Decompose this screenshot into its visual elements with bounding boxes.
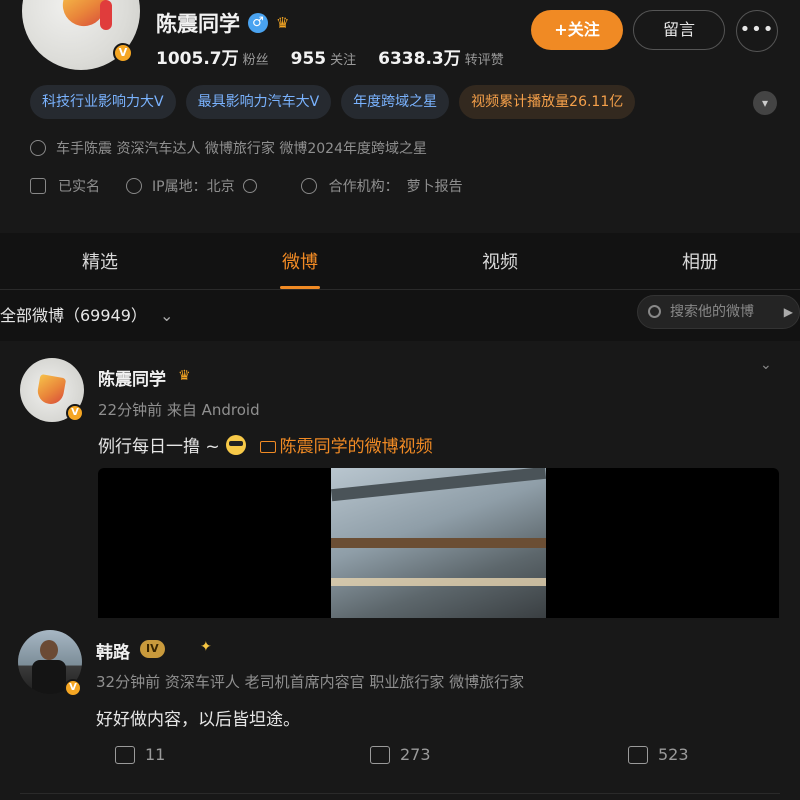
shield-icon: [30, 140, 46, 156]
bio-text: 车手陈震 资深汽车达人 微博旅行家 微博2024年度跨域之星: [56, 141, 427, 157]
search-input[interactable]: 搜索他的微博 ▶: [637, 295, 800, 329]
chevron-down-icon[interactable]: ▾: [753, 91, 777, 115]
verified-badge-icon: V: [66, 404, 84, 422]
post-actions: 11 273 523: [0, 741, 800, 771]
profile-tags: 科技行业影响力大V 最具影响力汽车大V 年度跨域之星 视频累计播放量26.11亿: [30, 85, 636, 119]
ip-label: IP属地：北京: [152, 179, 235, 195]
video-scene-element: [331, 578, 546, 586]
handshake-icon: [300, 178, 317, 194]
filter-row: 全部微博（69949） ⌄ 搜索他的微博 ▶: [0, 295, 800, 333]
verified-badge-icon: V: [113, 43, 133, 63]
divider: [20, 793, 780, 794]
comment-meta: 32分钟前 资深车评人 老司机首席内容官 职业旅行家 微博旅行家: [96, 673, 525, 691]
post-card: V 陈震同学 ♛ 22分钟前 来自 Android ⌄ 例行每日一撸 ~ 陈震同…: [0, 341, 800, 800]
post-author-name[interactable]: 陈震同学: [98, 365, 166, 390]
org-label: 合作机构：: [328, 179, 399, 195]
cool-emoji-icon: [225, 434, 246, 455]
post-text: 例行每日一撸 ~: [98, 437, 220, 457]
more-options-button[interactable]: •••: [736, 10, 778, 52]
stat-fans[interactable]: 1005.7万 粉丝: [156, 44, 269, 69]
search-placeholder: 搜索他的微博: [670, 304, 754, 320]
post-text-row: 例行每日一撸 ~ 陈震同学的微博视频: [98, 432, 433, 457]
video-link[interactable]: 陈震同学的微博视频: [259, 432, 433, 457]
video-scene-element: [330, 468, 547, 502]
crown-icon: ♛: [178, 368, 191, 384]
tab-video[interactable]: 视频: [400, 240, 600, 289]
tag-item[interactable]: 最具影响力汽车大V: [185, 85, 332, 119]
video-thumbnail: [330, 468, 547, 618]
org-value[interactable]: 萝卜报告: [407, 176, 463, 196]
comment-text: 好好做内容，以后皆坦途。: [96, 710, 300, 730]
video-player[interactable]: [98, 468, 779, 618]
tab-weibo[interactable]: 微博: [200, 240, 400, 289]
avatar-graphic-accent: [100, 0, 112, 30]
id-card-icon: [30, 178, 46, 194]
meta-row: 已实名 IP属地：北京 合作机构： 萝卜报告: [30, 176, 463, 196]
medal-icon: ✦: [200, 639, 212, 655]
verified-badge-icon: V: [64, 679, 82, 697]
tag-item[interactable]: 科技行业影响力大V: [30, 85, 176, 119]
avatar-graphic: [32, 660, 66, 694]
profile-stats: 1005.7万 粉丝 955 关注 6338.3万 转评赞: [156, 44, 504, 69]
profile-name: 陈震同学: [156, 12, 240, 36]
tab-featured[interactable]: 精选: [0, 240, 200, 289]
comment-count: 273: [400, 745, 431, 764]
post-filter-dropdown[interactable]: 全部微博（69949） ⌄: [0, 302, 173, 326]
tab-album[interactable]: 相册: [600, 240, 800, 289]
help-icon[interactable]: [242, 179, 257, 193]
location-icon: [126, 178, 142, 194]
search-icon: [648, 305, 661, 318]
male-icon: ♂: [248, 13, 268, 33]
verified-label: 已实名: [58, 179, 100, 195]
level-badge: IV: [140, 640, 165, 658]
share-button[interactable]: 11: [115, 745, 165, 764]
crown-icon: ♛: [276, 14, 290, 32]
post-filter-label: 全部微博（69949）: [0, 306, 147, 325]
post-meta: 22分钟前 来自 Android: [98, 401, 260, 419]
tag-item[interactable]: 年度跨域之星: [341, 85, 450, 119]
share-count: 11: [145, 745, 166, 764]
video-scene-element: [331, 538, 546, 548]
bio-row: 车手陈震 资深汽车达人 微博旅行家 微博2024年度跨域之星: [30, 138, 427, 158]
video-icon: [259, 441, 276, 453]
avatar-graphic: [35, 373, 67, 407]
profile-name-row: 陈震同学 ♂ ♛: [156, 8, 294, 38]
chevron-down-icon[interactable]: ⌄: [760, 357, 772, 373]
follow-button[interactable]: +关注: [531, 10, 623, 50]
profile-header: V 陈震同学 ♂ ♛ 1005.7万 粉丝 955 关注 6338.3万 转评赞 +关…: [0, 0, 800, 233]
avatar-graphic: [40, 640, 58, 660]
comment-author-name[interactable]: 韩路: [96, 638, 130, 663]
caret-right-icon: ▶: [783, 305, 793, 319]
thumbs-up-icon: [628, 745, 648, 764]
tag-item[interactable]: 视频累计播放量26.11亿: [459, 85, 636, 119]
comment-icon: [370, 745, 390, 764]
stat-reposts-likes: 6338.3万 转评赞: [378, 49, 504, 69]
like-button[interactable]: 523: [628, 745, 689, 764]
like-count: 523: [658, 745, 689, 764]
message-button[interactable]: 留言: [633, 10, 725, 50]
stat-following[interactable]: 955 关注: [291, 49, 357, 69]
share-icon: [115, 745, 135, 764]
comment-button[interactable]: 273: [370, 745, 431, 764]
chevron-down-icon: ⌄: [160, 306, 174, 325]
profile-tabs: 精选 微博 视频 相册: [0, 240, 800, 290]
